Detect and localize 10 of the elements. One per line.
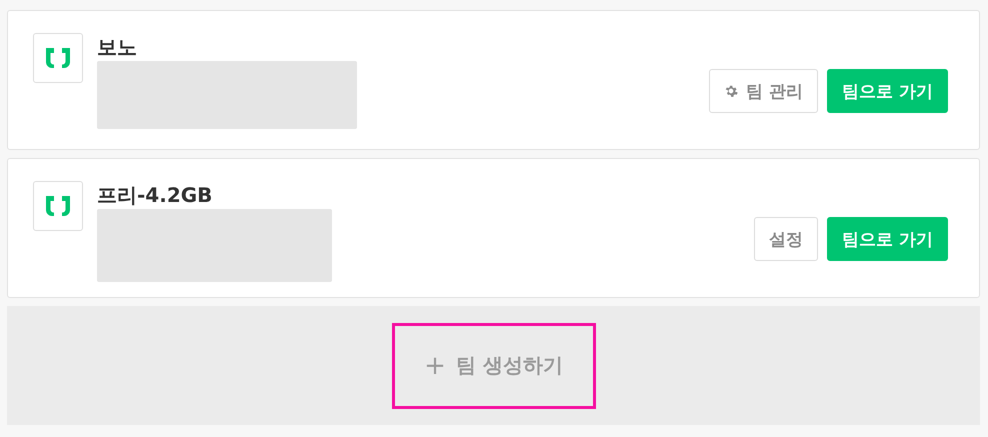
manage-button[interactable]: 팀 관리 xyxy=(709,69,818,113)
manage-button[interactable]: 설정 xyxy=(754,217,818,261)
create-team-button[interactable]: + 팀 생성하기 xyxy=(392,322,596,408)
team-name: 프리-4.2GB xyxy=(97,182,214,209)
logo-icon xyxy=(44,46,72,70)
go-to-team-button[interactable]: 팀으로 가기 xyxy=(827,69,948,113)
gear-icon xyxy=(724,84,738,98)
go-to-team-button[interactable]: 팀으로 가기 xyxy=(827,217,948,261)
logo-icon xyxy=(44,194,72,218)
team-name: 보노 xyxy=(97,34,138,61)
